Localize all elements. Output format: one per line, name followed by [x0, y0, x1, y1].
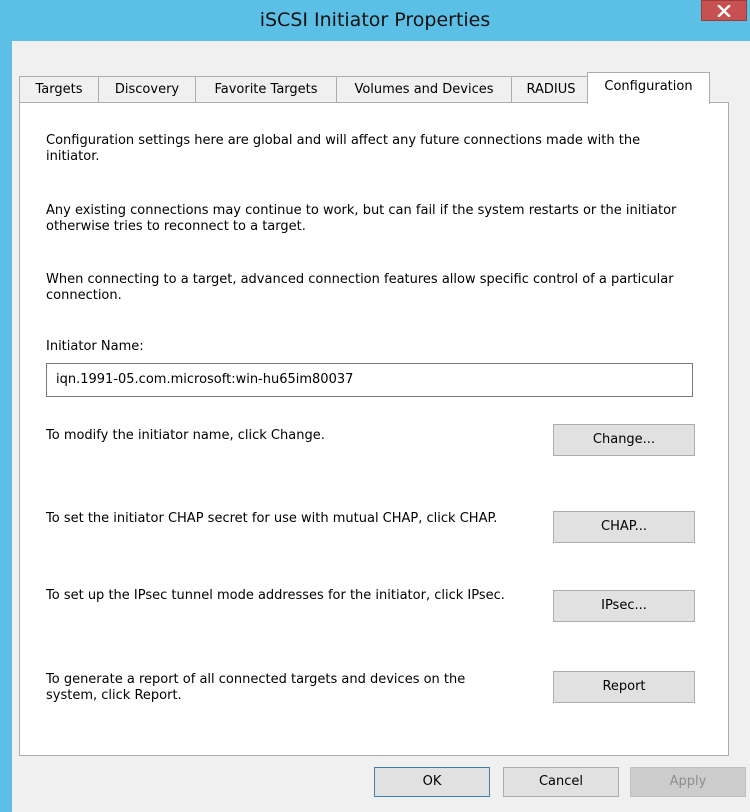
- chap-description: To set the initiator CHAP secret for use…: [46, 511, 498, 526]
- tab-favorite-targets[interactable]: Favorite Targets: [195, 76, 337, 103]
- close-icon: [717, 5, 731, 17]
- ipsec-description: To set up the IPsec tunnel mode addresse…: [46, 588, 505, 603]
- tab-discovery[interactable]: Discovery: [98, 76, 196, 103]
- report-button[interactable]: Report: [553, 671, 695, 703]
- ipsec-button[interactable]: IPsec...: [553, 590, 695, 622]
- apply-button[interactable]: Apply: [630, 767, 746, 797]
- dialog-window: iSCSI Initiator Properties Targets Disco…: [0, 0, 750, 812]
- initiator-name-label: Initiator Name:: [46, 339, 144, 354]
- change-button[interactable]: Change...: [553, 424, 695, 456]
- close-button[interactable]: [701, 0, 747, 21]
- tab-targets[interactable]: Targets: [19, 76, 99, 103]
- tab-configuration[interactable]: Configuration: [587, 72, 710, 104]
- configuration-panel: Configuration settings here are global a…: [19, 102, 729, 756]
- window-title: iSCSI Initiator Properties: [259, 9, 491, 31]
- chap-button[interactable]: CHAP...: [553, 511, 695, 543]
- cancel-button[interactable]: Cancel: [503, 767, 619, 797]
- tab-radius[interactable]: RADIUS: [511, 76, 591, 103]
- ok-button[interactable]: OK: [374, 767, 490, 797]
- intro-text-3: When connecting to a target, advanced co…: [46, 272, 674, 303]
- intro-text-2: Any existing connections may continue to…: [46, 203, 677, 234]
- tab-volumes-and-devices[interactable]: Volumes and Devices: [336, 76, 512, 103]
- intro-text-1: Configuration settings here are global a…: [46, 133, 641, 164]
- initiator-name-field[interactable]: iqn.1991-05.com.microsoft:win-hu65im8003…: [46, 363, 693, 397]
- title-bar[interactable]: iSCSI Initiator Properties: [0, 0, 750, 41]
- tab-strip: Targets Discovery Favorite Targets Volum…: [19, 72, 719, 104]
- report-description: To generate a report of all connected ta…: [46, 672, 466, 703]
